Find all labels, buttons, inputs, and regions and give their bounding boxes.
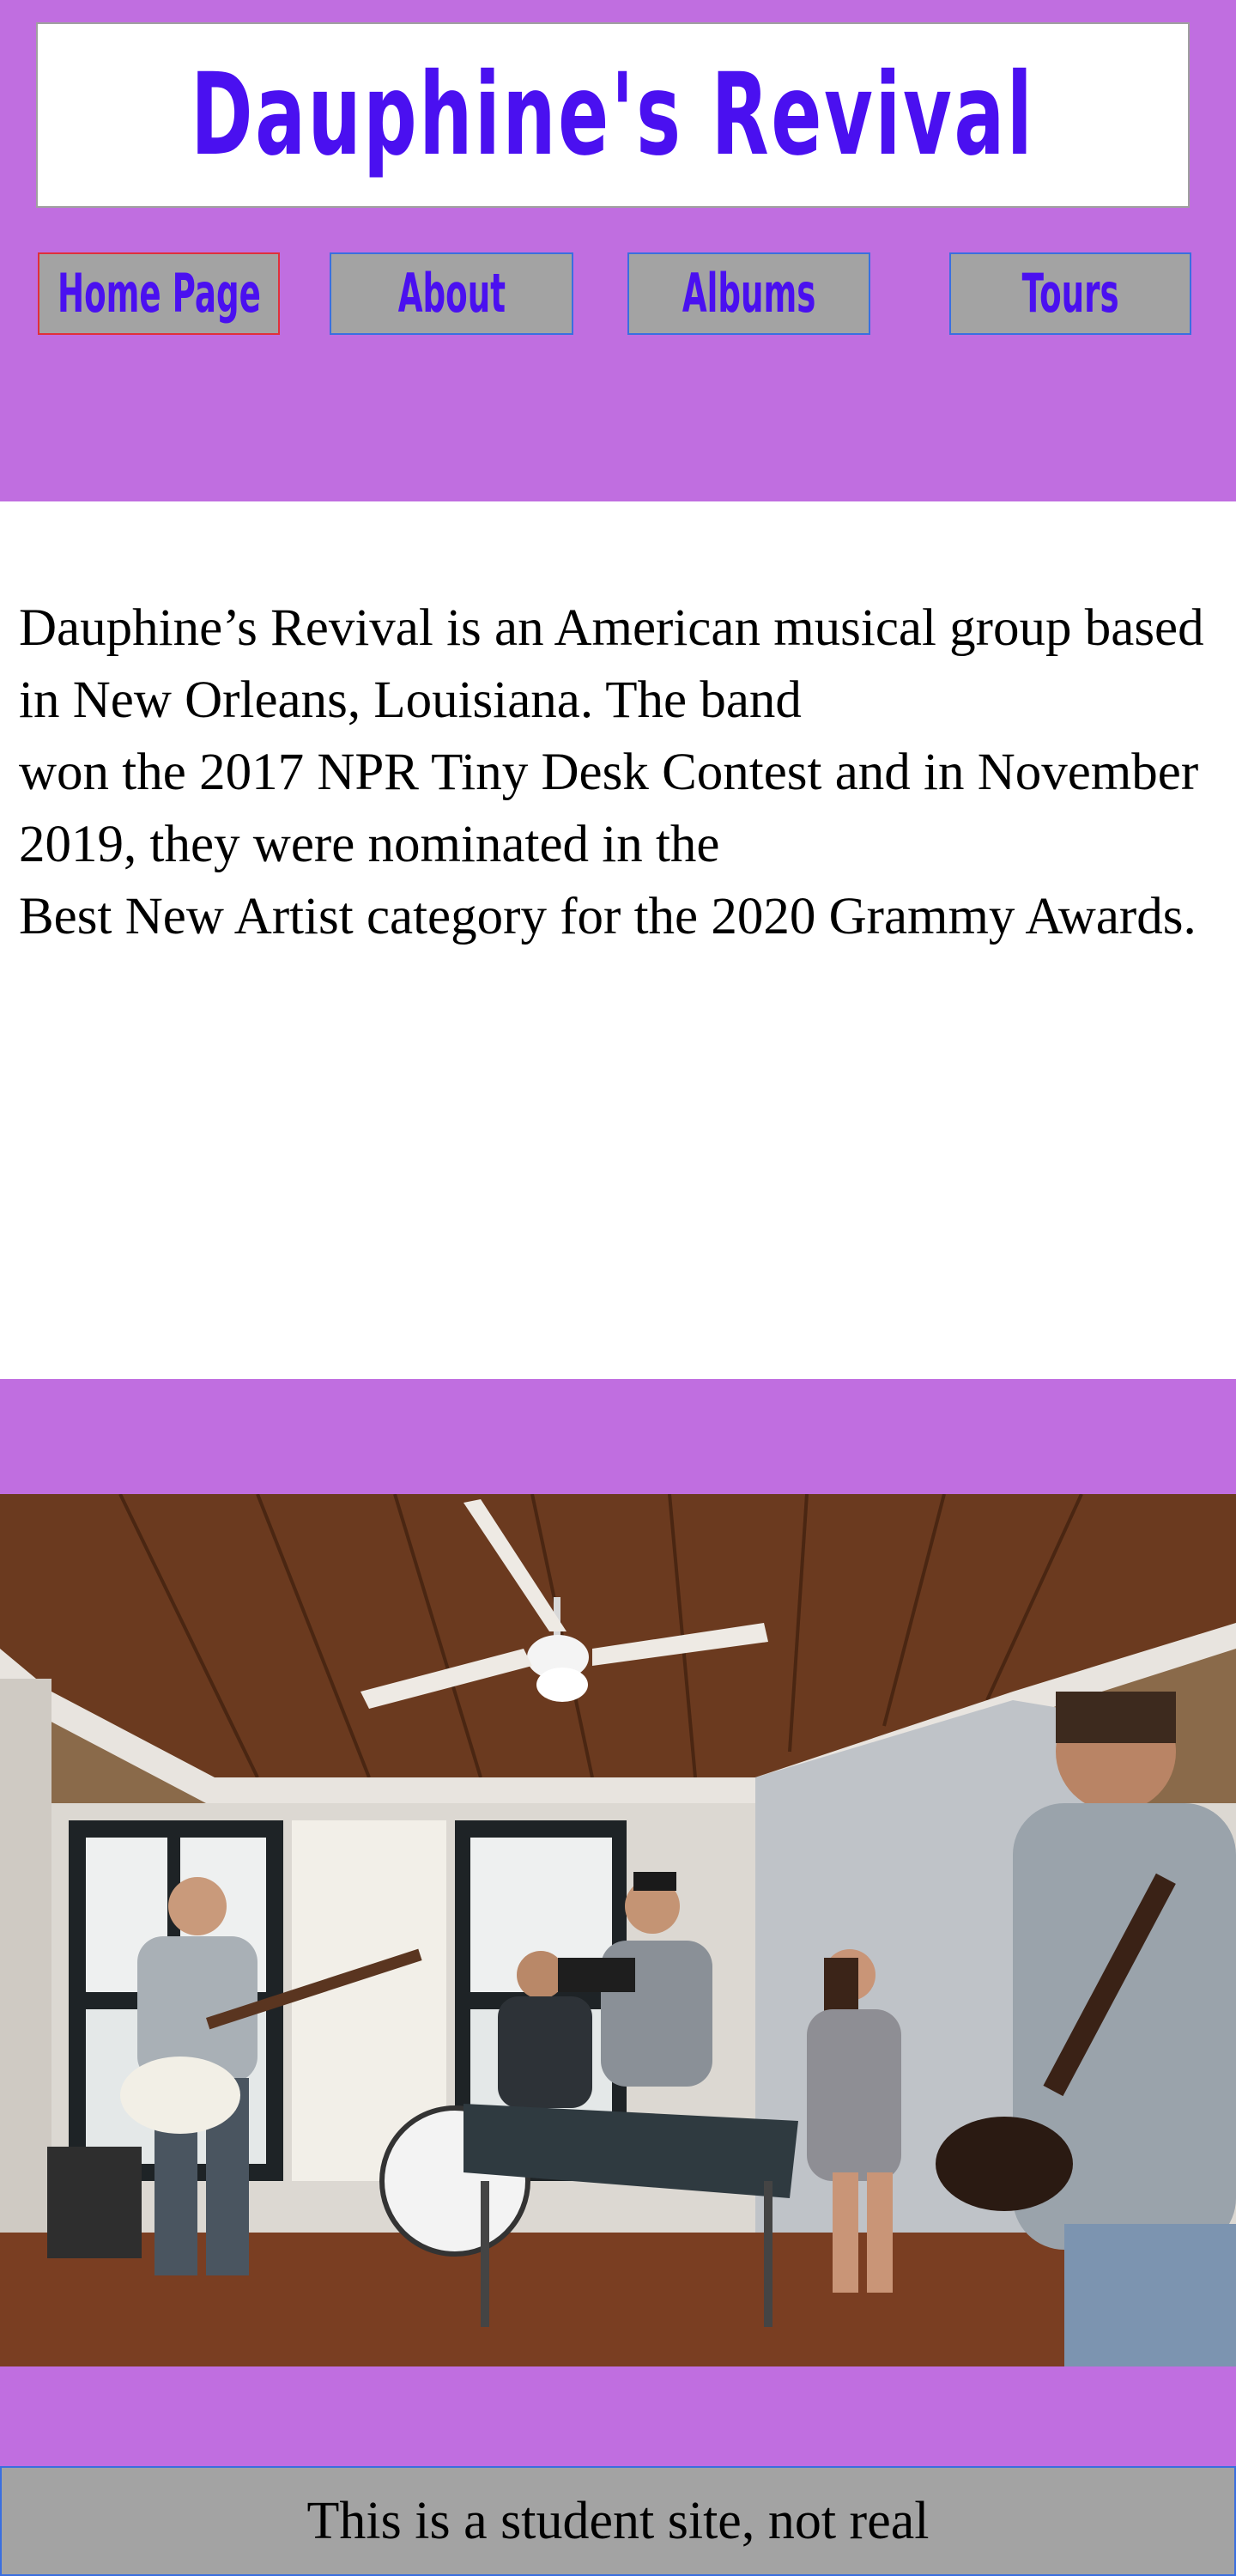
band-photo [0, 1494, 1236, 2366]
site-title: Dauphine's Revival [191, 49, 1035, 181]
nav-albums-label: Albums [682, 262, 816, 325]
site-footer: This is a student site, not real [0, 2466, 1236, 2576]
nav-tours-label: Tours [1021, 262, 1119, 325]
nav-home-button[interactable]: Home Page [38, 252, 280, 335]
nav-about-label: About [397, 262, 506, 325]
site-header: Dauphine's Revival [36, 22, 1190, 208]
nav-tours-button[interactable]: Tours [949, 252, 1191, 335]
nav-about-button[interactable]: About [330, 252, 573, 335]
intro-paragraph: Dauphine’s Revival is an American musica… [19, 599, 1204, 945]
nav-albums-button[interactable]: Albums [627, 252, 870, 335]
nav-home-label: Home Page [57, 262, 261, 325]
footer-disclaimer: This is a student site, not real [306, 2491, 930, 2550]
